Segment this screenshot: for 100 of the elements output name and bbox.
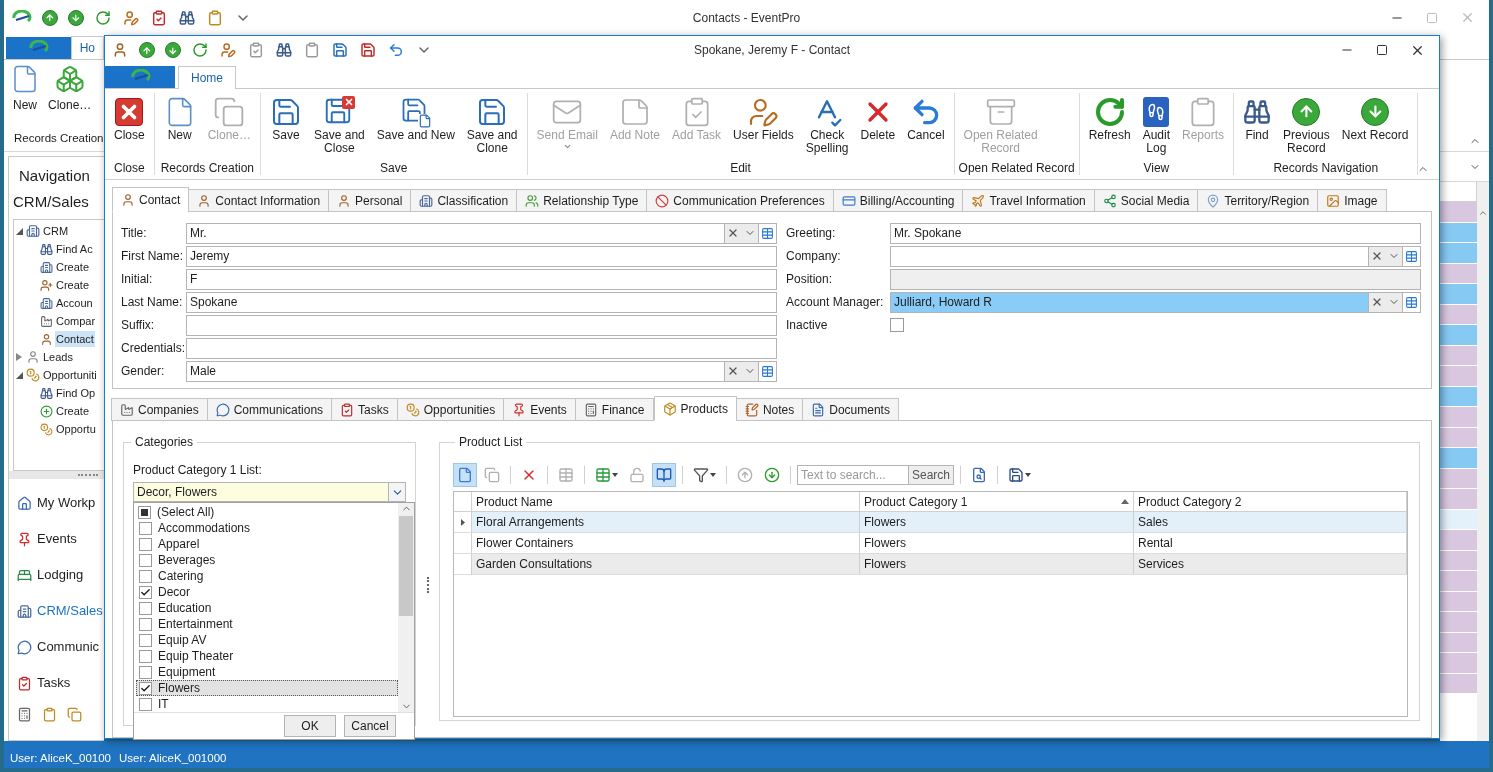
clipboard-icon[interactable] (304, 42, 320, 59)
grid-row[interactable] (1440, 202, 1477, 223)
lookup-button[interactable] (1402, 291, 1421, 313)
ribbon-button[interactable]: Save and New (371, 92, 460, 142)
list-item[interactable]: Equipment (136, 664, 398, 680)
list-item[interactable]: Education (136, 600, 398, 616)
tree-item[interactable]: Opportu (55, 420, 97, 438)
column-header[interactable]: Product Category 2 (1134, 492, 1407, 511)
expand-icon[interactable] (14, 353, 24, 361)
clipboard-icon[interactable] (42, 707, 57, 722)
collapse-icon[interactable] (14, 371, 24, 379)
ribbon-button[interactable]: Close (109, 92, 150, 142)
tab[interactable]: Social Media (1093, 189, 1199, 212)
ribbon-button[interactable]: Audit Log (1137, 92, 1175, 155)
ribbon-button[interactable]: Clone… (48, 64, 92, 114)
grid-row[interactable] (1440, 325, 1477, 346)
tab[interactable]: Notes (735, 398, 804, 421)
ribbon-button[interactable]: Save and Close (309, 92, 370, 155)
user-pencil-icon[interactable] (220, 42, 236, 59)
tab[interactable]: Personal (328, 189, 412, 212)
tree-item[interactable]: Create (55, 258, 91, 276)
tab[interactable]: Ho (70, 36, 104, 59)
tab[interactable]: Products (653, 396, 737, 421)
tab[interactable]: Opportunities (396, 398, 505, 421)
checkbox[interactable] (139, 649, 152, 663)
checkbox[interactable] (139, 617, 152, 631)
tab[interactable]: Billing/Accounting (832, 189, 964, 212)
input-field[interactable]: F (186, 268, 777, 290)
grid-row[interactable] (1440, 653, 1477, 674)
ribbon-button[interactable]: Save (265, 92, 308, 142)
toolbar-button[interactable] (652, 463, 676, 487)
splitter-grip[interactable] (426, 577, 429, 593)
checkbox[interactable] (138, 505, 151, 519)
list-item[interactable]: IT (136, 696, 398, 712)
search-field[interactable]: Text to search... (797, 465, 909, 485)
checkbox[interactable] (890, 318, 904, 332)
checkbox[interactable] (139, 681, 152, 695)
binoculars-icon[interactable] (276, 42, 292, 59)
ribbon-button[interactable]: Save and Clone (461, 92, 523, 155)
grid-row[interactable] (1440, 509, 1477, 530)
combo-field[interactable]: Male (186, 360, 724, 382)
grid-row[interactable] (1440, 550, 1477, 571)
grid-row[interactable] (1440, 448, 1477, 469)
checkbox[interactable] (139, 553, 152, 567)
person-icon[interactable] (112, 42, 128, 59)
checkbox[interactable] (139, 633, 152, 647)
grid-row[interactable] (1440, 571, 1477, 592)
list-item[interactable]: Entertainment (136, 616, 398, 632)
tab[interactable]: Relationship Type (516, 189, 648, 212)
input-field[interactable]: Jeremy (186, 245, 777, 267)
checkbox[interactable] (139, 601, 152, 615)
list-item[interactable]: (Select All) (157, 503, 215, 521)
tree-item[interactable]: Accoun (55, 294, 94, 312)
combo-field[interactable]: Mr. (186, 222, 724, 244)
grid-row[interactable] (1440, 468, 1477, 489)
dialog-button[interactable]: Cancel (344, 715, 396, 737)
copy-icon[interactable] (67, 707, 82, 722)
tree-item[interactable]: Leads (42, 348, 74, 366)
grid-row[interactable] (1440, 263, 1477, 284)
nav-button[interactable]: Communic (9, 629, 104, 665)
clear-button[interactable] (1368, 291, 1385, 313)
clear-button[interactable] (1368, 245, 1385, 267)
tree-item[interactable]: CRM (42, 222, 70, 240)
combo-field[interactable]: Decor, Flowers (133, 482, 388, 502)
tab[interactable]: Home (178, 65, 236, 89)
scroll-thumb[interactable] (399, 516, 413, 616)
table-row[interactable]: Garden Consultations Flowers Services (454, 554, 1407, 575)
tree-item[interactable]: Contact (55, 330, 95, 348)
grid-row[interactable] (1440, 530, 1477, 551)
tab[interactable]: Finance (574, 398, 654, 421)
clipboard-check-icon[interactable] (248, 42, 264, 59)
user-pencil-icon[interactable] (123, 9, 139, 26)
scrollbar[interactable] (1477, 182, 1489, 741)
app-menu-tab[interactable] (6, 37, 71, 59)
checkbox[interactable] (139, 585, 152, 599)
dropdown-button[interactable] (388, 482, 406, 502)
grid-row[interactable] (1440, 612, 1477, 633)
nav-button[interactable]: My Workp (9, 485, 104, 521)
lookup-button[interactable] (1402, 245, 1421, 267)
tree-item[interactable]: Compar (55, 312, 97, 330)
list-item[interactable]: Apparel (136, 536, 398, 552)
grid-row[interactable] (1440, 345, 1477, 366)
tab[interactable]: Documents (802, 398, 899, 421)
tab[interactable]: Tasks (331, 398, 398, 421)
calculator-icon[interactable] (17, 707, 32, 722)
tree-item[interactable]: Find Ac (55, 240, 94, 258)
column-header[interactable]: Product Name (472, 492, 860, 511)
tab[interactable]: Communication Preferences (646, 189, 834, 212)
combo-field[interactable] (890, 245, 1368, 267)
table-row[interactable]: Floral Arrangements Flowers Sales (454, 512, 1407, 533)
ribbon-button[interactable]: Next Record (1336, 92, 1414, 142)
grid-row[interactable] (1440, 591, 1477, 612)
grid-row[interactable] (1440, 386, 1477, 407)
checkbox[interactable] (139, 697, 152, 711)
nav-button[interactable]: Lodging (9, 557, 104, 593)
grid-row[interactable] (1440, 304, 1477, 325)
column-header[interactable]: Product Category 1 (860, 492, 1134, 511)
input-field[interactable] (186, 337, 777, 359)
list-item[interactable]: Equip AV (136, 632, 398, 648)
scrollbar[interactable] (398, 503, 414, 712)
